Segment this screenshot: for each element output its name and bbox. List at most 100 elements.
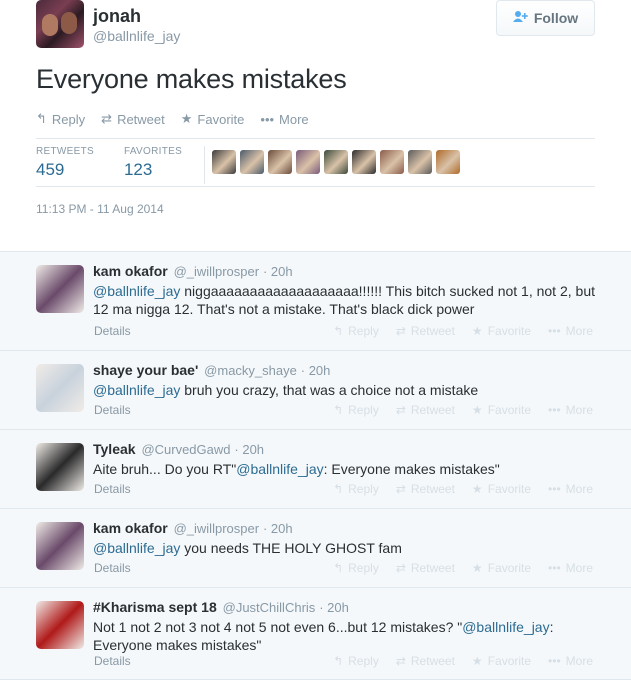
reply-avatar[interactable] bbox=[36, 364, 84, 412]
details-link[interactable]: Details bbox=[94, 654, 131, 668]
reply-author-name[interactable]: shaye your bae' bbox=[93, 362, 198, 378]
author-handle[interactable]: @ballnlife_jay bbox=[93, 28, 180, 44]
reply-avatar[interactable] bbox=[36, 265, 84, 313]
reply-retweet-action[interactable]: ⇄ Retweet bbox=[396, 561, 455, 575]
reply-author-name[interactable]: kam okafor bbox=[93, 263, 168, 279]
reply-favorite-action[interactable]: ★ Favorite bbox=[472, 654, 531, 668]
reply-icon: ↰ bbox=[333, 561, 344, 575]
reply-header: #Kharisma sept 18 @JustChillChris · 20h bbox=[93, 599, 349, 615]
reply-time[interactable]: · 20h bbox=[263, 521, 293, 536]
author-avatar[interactable] bbox=[36, 0, 84, 48]
reply-avatar[interactable] bbox=[36, 443, 84, 491]
reply-icon: ↰ bbox=[333, 324, 344, 338]
reply-body: @ballnlife_jay you needs THE HOLY GHOST … bbox=[93, 539, 595, 557]
reply-time[interactable]: · 20h bbox=[319, 600, 349, 615]
author-name[interactable]: jonah bbox=[93, 6, 141, 27]
reply-author-handle[interactable]: @JustChillChris bbox=[223, 600, 316, 615]
reply-retweet-action[interactable]: ⇄ Retweet bbox=[396, 654, 455, 668]
reply-time[interactable]: · 20h bbox=[263, 264, 293, 279]
reply-action-label: Reply bbox=[348, 403, 379, 417]
reply-author-handle[interactable]: @macky_shaye bbox=[204, 363, 297, 378]
reply-reply-action[interactable]: ↰ Reply bbox=[333, 324, 379, 338]
reply-tweet[interactable]: kam okafor @_iwillprosper · 20h @ballnli… bbox=[0, 509, 631, 588]
tweet-timestamp[interactable]: 11:13 PM - 11 Aug 2014 bbox=[36, 202, 164, 216]
reply-header: kam okafor @_iwillprosper · 20h bbox=[93, 520, 293, 536]
reply-author-name[interactable]: kam okafor bbox=[93, 520, 168, 536]
star-icon: ★ bbox=[471, 561, 483, 575]
favoriter-avatar[interactable] bbox=[352, 150, 376, 174]
favoriter-avatar[interactable] bbox=[268, 150, 292, 174]
tweet-stats: RETWEETS 459 FAVORITES 123 bbox=[36, 146, 212, 180]
reply-favorite-action[interactable]: ★ Favorite bbox=[472, 482, 531, 496]
favoriter-avatar[interactable] bbox=[324, 150, 348, 174]
reply-author-handle[interactable]: @_iwillprosper bbox=[174, 264, 259, 279]
replies-list: kam okafor @_iwillprosper · 20h @ballnli… bbox=[0, 251, 631, 680]
reply-avatar[interactable] bbox=[36, 522, 84, 570]
reply-retweet-action[interactable]: ⇄ Retweet bbox=[396, 403, 455, 417]
reply-actions: ↰ Reply ⇄ Retweet ★ Favorite ••• More bbox=[333, 482, 593, 496]
reply-tweet[interactable]: #Kharisma sept 18 @JustChillChris · 20h … bbox=[0, 588, 631, 680]
favoriter-avatar[interactable] bbox=[436, 150, 460, 174]
reply-action-label: Favorite bbox=[487, 482, 532, 496]
retweet-action[interactable]: ⇄ Retweet bbox=[101, 111, 165, 127]
reply-author-name[interactable]: #Kharisma sept 18 bbox=[93, 599, 217, 615]
reply-reply-action[interactable]: ↰ Reply bbox=[333, 561, 379, 575]
reply-action-label: Retweet bbox=[410, 403, 455, 417]
reply-more-action[interactable]: ••• More bbox=[548, 403, 593, 417]
reply-favorite-action[interactable]: ★ Favorite bbox=[472, 561, 531, 575]
mention-link[interactable]: @ballnlife_jay bbox=[236, 461, 323, 477]
more-icon: ••• bbox=[548, 561, 561, 575]
favoriter-avatar[interactable] bbox=[296, 150, 320, 174]
favorite-action[interactable]: ★ Favorite bbox=[181, 111, 245, 127]
reply-action-label: Favorite bbox=[487, 654, 532, 668]
reply-action[interactable]: ↰ Reply bbox=[36, 111, 85, 127]
favorite-label: Favorite bbox=[197, 111, 245, 127]
follow-button[interactable]: Follow bbox=[496, 0, 595, 36]
follow-button-label: Follow bbox=[533, 10, 579, 26]
reply-more-action[interactable]: ••• More bbox=[548, 482, 593, 496]
reply-avatar[interactable] bbox=[36, 601, 84, 649]
favoriter-avatar[interactable] bbox=[380, 150, 404, 174]
reply-more-action[interactable]: ••• More bbox=[548, 324, 593, 338]
reply-text-pre: Not 1 not 2 not 3 not 4 not 5 not even 6… bbox=[93, 619, 463, 635]
reply-reply-action[interactable]: ↰ Reply bbox=[333, 482, 379, 496]
mention-link[interactable]: @ballnlife_jay bbox=[93, 283, 180, 299]
reply-author-handle[interactable]: @_iwillprosper bbox=[174, 521, 259, 536]
reply-tweet[interactable]: Tyleak @CurvedGawd · 20h Aite bruh... Do… bbox=[0, 430, 631, 509]
details-link[interactable]: Details bbox=[94, 561, 131, 575]
reply-more-action[interactable]: ••• More bbox=[548, 654, 593, 668]
favoriter-avatars bbox=[212, 150, 460, 174]
reply-favorite-action[interactable]: ★ Favorite bbox=[472, 403, 531, 417]
reply-author-handle[interactable]: @CurvedGawd bbox=[141, 442, 230, 457]
reply-more-action[interactable]: ••• More bbox=[548, 561, 593, 575]
details-link[interactable]: Details bbox=[94, 482, 131, 496]
reply-icon: ↰ bbox=[333, 654, 344, 668]
favoriter-avatar[interactable] bbox=[408, 150, 432, 174]
reply-retweet-action[interactable]: ⇄ Retweet bbox=[396, 324, 455, 338]
retweet-icon: ⇄ bbox=[395, 324, 406, 338]
reply-time[interactable]: · 20h bbox=[234, 442, 264, 457]
reply-favorite-action[interactable]: ★ Favorite bbox=[472, 324, 531, 338]
reply-retweet-action[interactable]: ⇄ Retweet bbox=[396, 482, 455, 496]
reply-action-label: Reply bbox=[348, 482, 379, 496]
more-action[interactable]: ••• More bbox=[260, 111, 308, 127]
mention-link[interactable]: @ballnlife_jay bbox=[93, 540, 180, 556]
reply-reply-action[interactable]: ↰ Reply bbox=[333, 403, 379, 417]
favoriter-avatar[interactable] bbox=[212, 150, 236, 174]
reply-author-name[interactable]: Tyleak bbox=[93, 441, 136, 457]
reply-action-label: More bbox=[565, 324, 593, 338]
details-link[interactable]: Details bbox=[94, 324, 131, 338]
star-icon: ★ bbox=[471, 324, 483, 338]
reply-action-label: Reply bbox=[348, 324, 379, 338]
favorites-stat[interactable]: FAVORITES 123 bbox=[124, 146, 182, 180]
details-link[interactable]: Details bbox=[94, 403, 131, 417]
favoriter-avatar[interactable] bbox=[240, 150, 264, 174]
reply-reply-action[interactable]: ↰ Reply bbox=[333, 654, 379, 668]
mention-link[interactable]: @ballnlife_jay bbox=[93, 382, 180, 398]
reply-time[interactable]: · 20h bbox=[301, 363, 331, 378]
reply-tweet[interactable]: shaye your bae' @macky_shaye · 20h @ball… bbox=[0, 351, 631, 430]
reply-body: @ballnlife_jay niggaaaaaaaaaaaaaaaaaaa!!… bbox=[93, 282, 595, 318]
reply-tweet[interactable]: kam okafor @_iwillprosper · 20h @ballnli… bbox=[0, 252, 631, 351]
retweets-stat[interactable]: RETWEETS 459 bbox=[36, 146, 94, 180]
mention-link[interactable]: @ballnlife_jay bbox=[462, 619, 549, 635]
